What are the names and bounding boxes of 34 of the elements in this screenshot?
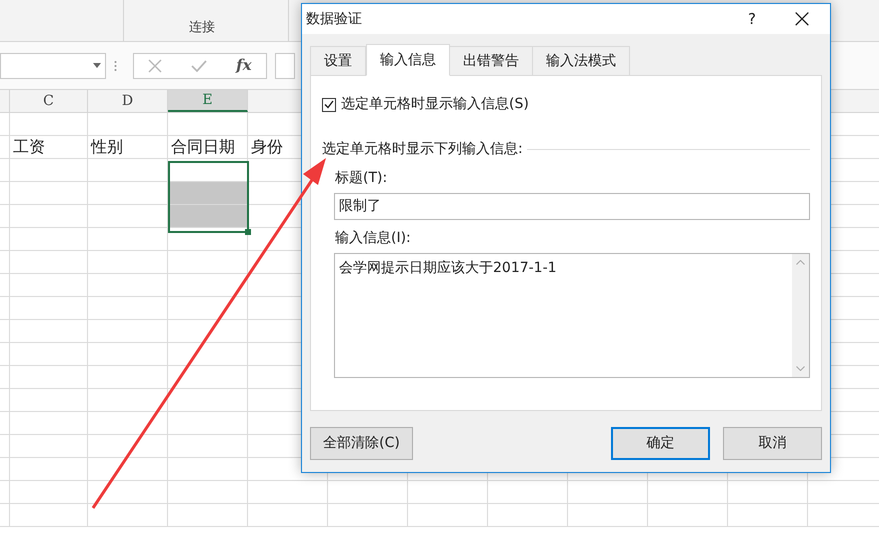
tab[interactable]: 设置	[310, 46, 366, 76]
table-cell: 工资	[13, 136, 45, 158]
check-icon[interactable]	[191, 60, 208, 72]
message-field[interactable]: 会学网提示日期应该大于2017-1-1	[334, 253, 810, 378]
cancel-button[interactable]: 取消	[723, 427, 822, 460]
dropdown-icon	[93, 63, 101, 68]
field-label: 输入信息(I):	[335, 229, 412, 248]
help-button[interactable]: ?	[730, 4, 774, 34]
checkbox[interactable]	[322, 98, 336, 112]
tab[interactable]: 输入法模式	[532, 46, 630, 76]
scroll-up-icon[interactable]	[796, 260, 805, 265]
title-field[interactable]: 限制了	[334, 193, 810, 220]
clear-all-button[interactable]: 全部清除(C)	[310, 427, 413, 460]
scroll-down-icon[interactable]	[796, 366, 805, 371]
tab[interactable]: 输入信息	[366, 44, 450, 76]
formula-input[interactable]	[275, 52, 295, 78]
group-label: 连接	[189, 18, 215, 36]
column-header[interactable]: E	[168, 90, 248, 112]
scrollbar[interactable]	[792, 254, 809, 377]
table-cell: 合同日期	[171, 136, 235, 158]
check-icon	[324, 100, 334, 109]
ok-button[interactable]: 确定	[611, 427, 710, 460]
window-title: 数据验证	[306, 10, 362, 28]
group-label: 选定单元格时显示下列输入信息:	[322, 140, 523, 159]
grip-icon	[114, 60, 117, 72]
close-button[interactable]: ×	[774, 4, 830, 34]
table-cell: 性别	[91, 136, 123, 158]
column-header[interactable]: C	[10, 90, 88, 112]
name-box[interactable]	[0, 52, 106, 78]
checkbox-label[interactable]: 选定单元格时显示输入信息(S)	[341, 94, 529, 115]
field-label: 标题(T):	[335, 169, 388, 188]
insert-function-button[interactable]: fx	[236, 54, 252, 77]
table-cell: 身份	[251, 136, 283, 158]
cancel-icon[interactable]	[148, 58, 162, 72]
